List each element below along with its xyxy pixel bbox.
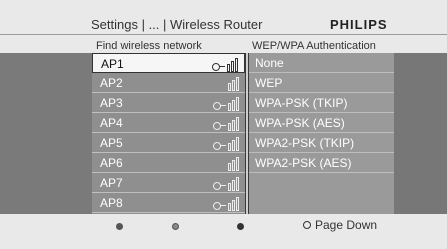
- network-status-icons: [213, 135, 239, 151]
- signal-bar: [228, 83, 231, 91]
- key-icon: [213, 141, 227, 151]
- key-icon: [213, 101, 227, 111]
- network-status-icons: [213, 115, 239, 131]
- signal-bar: [232, 100, 235, 111]
- settings-screen: Settings | ... | Wireless Router PHILIPS…: [0, 0, 447, 249]
- network-item[interactable]: AP6: [92, 153, 245, 173]
- signal-bar: [228, 143, 231, 151]
- network-item[interactable]: AP7: [92, 173, 245, 193]
- network-status-icons: [212, 56, 238, 72]
- auth-option[interactable]: None: [249, 53, 394, 73]
- key-icon: [213, 121, 227, 131]
- signal-bar: [228, 123, 231, 131]
- signal-bar: [236, 97, 239, 111]
- green-button-indicator: [172, 223, 179, 230]
- network-item[interactable]: AP4: [92, 113, 245, 133]
- red-button-indicator: [116, 223, 123, 230]
- signal-bar: [232, 160, 235, 171]
- auth-option[interactable]: WPA2-PSK (TKIP): [249, 133, 394, 153]
- signal-bar: [235, 58, 238, 72]
- signal-bar: [228, 163, 231, 171]
- network-status-icons: [228, 155, 239, 171]
- signal-bar: [236, 77, 239, 91]
- signal-bar: [232, 120, 235, 131]
- panel-divider-highlight: [246, 53, 248, 214]
- network-name: AP8: [100, 196, 123, 210]
- signal-bar: [228, 203, 231, 211]
- network-name: AP2: [100, 76, 123, 90]
- signal-bar: [232, 140, 235, 151]
- network-name: AP1: [101, 57, 124, 71]
- auth-option[interactable]: WPA-PSK (TKIP): [249, 93, 394, 113]
- signal-bar: [232, 80, 235, 91]
- signal-bar: [227, 64, 230, 72]
- network-item[interactable]: AP5: [92, 133, 245, 153]
- signal-bar: [236, 197, 239, 211]
- network-name: AP6: [100, 156, 123, 170]
- network-name: AP5: [100, 136, 123, 150]
- network-status-icons: [213, 175, 239, 191]
- auth-option[interactable]: WEP: [249, 73, 394, 93]
- signal-bar: [232, 200, 235, 211]
- auth-option[interactable]: WPA-PSK (AES): [249, 113, 394, 133]
- network-status-icons: [213, 195, 239, 211]
- signal-bar: [236, 157, 239, 171]
- signal-bar: [236, 117, 239, 131]
- signal-strength-icon: [228, 157, 239, 171]
- brand-logo: PHILIPS: [330, 17, 388, 32]
- signal-strength-icon: [228, 97, 239, 111]
- signal-strength-icon: [228, 137, 239, 151]
- auth-list: None WEP WPA-PSK (TKIP) WPA-PSK (AES) WPA2-P…: [249, 53, 394, 173]
- signal-bar: [228, 183, 231, 191]
- signal-strength-icon: [228, 177, 239, 191]
- network-item[interactable]: AP2: [92, 73, 245, 93]
- network-item[interactable]: AP1: [92, 53, 245, 73]
- network-list: AP1 AP2 AP3 AP4 AP5 AP6 AP7 AP8: [92, 53, 245, 213]
- signal-strength-icon: [228, 77, 239, 91]
- page-down-label: Page Down: [315, 218, 378, 232]
- footer-bar: Page Down: [0, 214, 447, 249]
- network-name: AP3: [100, 96, 123, 110]
- breadcrumb: Settings | ... | Wireless Router: [91, 17, 263, 32]
- network-status-icons: [213, 95, 239, 111]
- network-name: AP7: [100, 176, 123, 190]
- signal-strength-icon: [228, 197, 239, 211]
- circle-icon: [303, 221, 311, 229]
- auth-column-title: WEP/WPA Authentication: [252, 40, 376, 52]
- yellow-button-indicator: [237, 223, 244, 230]
- network-status-icons: [228, 75, 239, 91]
- signal-bar: [236, 137, 239, 151]
- key-icon: [213, 181, 227, 191]
- signal-strength-icon: [228, 117, 239, 131]
- key-icon: [213, 201, 227, 211]
- auth-option[interactable]: WPA2-PSK (AES): [249, 153, 394, 173]
- signal-strength-icon: [227, 58, 238, 72]
- signal-bar: [232, 180, 235, 191]
- top-bar: Settings | ... | Wireless Router PHILIPS: [0, 13, 447, 33]
- signal-bar: [231, 61, 234, 72]
- network-item[interactable]: AP3: [92, 93, 245, 113]
- key-icon: [212, 62, 226, 72]
- signal-bar: [228, 103, 231, 111]
- signal-bar: [236, 177, 239, 191]
- page-down-button[interactable]: Page Down: [303, 218, 377, 232]
- header-divider: [0, 34, 447, 35]
- network-name: AP4: [100, 116, 123, 130]
- network-item[interactable]: AP8: [92, 193, 245, 213]
- network-column-title: Find wireless network: [96, 40, 202, 52]
